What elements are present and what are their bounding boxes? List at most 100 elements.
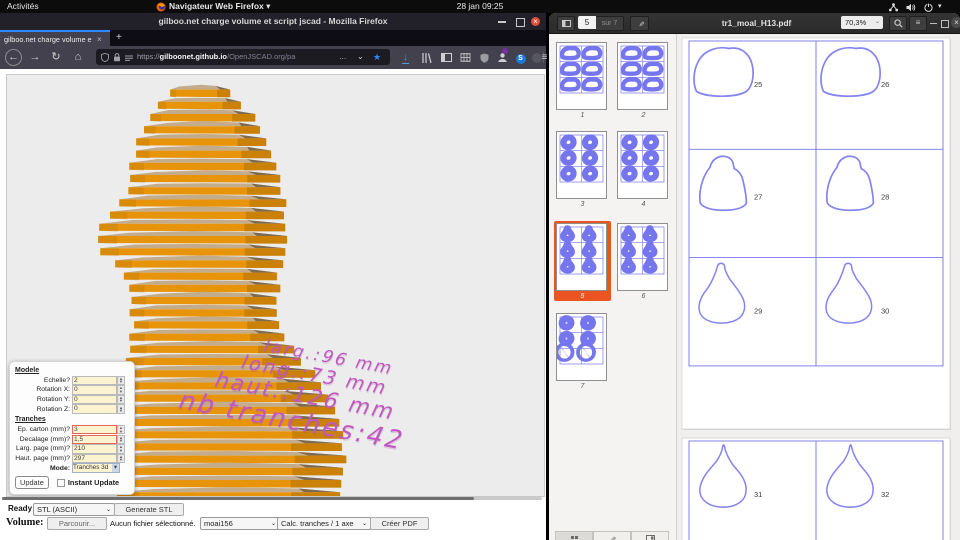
pdf-minimize-icon[interactable] [930, 23, 937, 25]
volume-icon[interactable] [905, 0, 916, 13]
thumbnail-image[interactable] [556, 223, 607, 291]
sidebar-toggle-icon[interactable] [439, 50, 454, 65]
pocket-icon[interactable]: ⌄ [357, 49, 364, 65]
mode-value: Tranches 3d [73, 463, 109, 471]
pdf-page-input[interactable]: 5 [578, 16, 596, 29]
lock-icon[interactable] [113, 53, 121, 62]
param-input[interactable]: 2 [72, 375, 117, 385]
pdf-thumbnail-page-1[interactable]: 1 [554, 40, 611, 120]
firefox-title-bar[interactable]: gilboo.net charge volume et script jscad… [0, 13, 546, 30]
spinner[interactable]: ▴ ▾ [117, 385, 125, 395]
new-tab-icon[interactable]: + [116, 30, 122, 45]
pdf-thumbnail-page-4[interactable]: 4 [615, 129, 672, 209]
home-button[interactable]: ⌂ [70, 49, 86, 65]
reload-button[interactable]: ↻ [48, 49, 64, 65]
thumbnail-image[interactable] [617, 223, 668, 291]
forward-button[interactable]: → [27, 49, 43, 65]
param-label: Larg. page (mm)? [15, 445, 70, 453]
mode-select[interactable]: Tranches 3d ▾ [72, 462, 120, 474]
thumbnail-image[interactable] [556, 42, 607, 110]
update-button[interactable]: Update [15, 476, 49, 490]
pdf-zoom-select[interactable]: 70,3% ⌄ [841, 16, 883, 29]
no-file-text: Aucun fichier sélectionné. [110, 519, 196, 528]
s-extension-icon[interactable]: S [513, 50, 528, 65]
url-path: /OpenJSCAD.org/pa [227, 52, 296, 61]
url-bar[interactable]: https://gilboonet.github.io/OpenJSCAD.or… [96, 49, 390, 65]
horizontal-scrollbar[interactable] [2, 497, 542, 500]
param-input[interactable]: 3 [72, 425, 117, 435]
page-actions-icon[interactable]: … [339, 49, 347, 65]
section-modele: Modele [15, 367, 40, 374]
slices-rows: Ep. carton (mm)? 3 ▴ ▾ Decalage (mm)? 1,5 ▴ ▾ La… [13, 424, 131, 464]
spinner[interactable]: ▴ ▾ [117, 394, 125, 405]
pdf-thumbnail-page-3[interactable]: 3 [554, 129, 611, 209]
pdf-header-bar[interactable]: 5 sur 7 ✎ tr1_moal_H13.pdf 70,3% ⌄ ≡ × [549, 13, 960, 34]
pdf-maximize-icon[interactable] [941, 19, 949, 28]
browse-button[interactable]: Parcourir... [47, 517, 107, 530]
tracking-icon[interactable] [125, 55, 133, 62]
instant-update-checkbox[interactable] [56, 478, 65, 487]
thumbnail-image[interactable] [617, 131, 668, 199]
power-icon[interactable] [923, 0, 934, 13]
spinner[interactable]: ▴ ▾ [117, 424, 125, 435]
maximize-icon[interactable] [516, 17, 525, 27]
pdf-close-icon[interactable]: × [951, 17, 960, 28]
thumbnails-tab[interactable] [555, 531, 593, 540]
param-label: Ep. carton (mm)? [17, 426, 71, 434]
back-button[interactable]: ← [5, 49, 22, 66]
pdf-thumbnail-page-2[interactable]: 2 [615, 40, 672, 120]
library-icon[interactable] [419, 50, 434, 65]
thumbnail-image[interactable] [556, 131, 607, 199]
clock[interactable]: 28 jan 09:25 [0, 0, 960, 13]
create-pdf-button[interactable]: Créer PDF [370, 517, 429, 530]
spinner[interactable]: ▴ ▾ [117, 375, 125, 386]
tab-close-icon[interactable]: × [97, 33, 102, 46]
sidebar-switcher: ✎ [555, 531, 669, 540]
shield-addon-icon[interactable] [477, 50, 492, 65]
pdf-menu-button[interactable]: ≡ [909, 16, 927, 31]
volume-row: Volume: Parcourir... Aucun fichier sélec… [0, 516, 546, 531]
param-input[interactable]: 0 [72, 404, 117, 414]
format-select[interactable]: STL (ASCII) ⌄ [33, 503, 115, 516]
pdf-search-button[interactable] [889, 16, 907, 31]
scrollbar-thumb[interactable] [2, 497, 474, 500]
format-value: STL (ASCII) [37, 504, 78, 514]
pdf-page-view[interactable]: 25 26 27 28 29 30 31 32 [677, 34, 960, 540]
extensions-grid-icon[interactable] [458, 50, 473, 65]
param-input[interactable]: 297 [72, 453, 117, 464]
spinner[interactable]: ▴ ▾ [117, 434, 125, 445]
model-rows: Echelle? 2 ▴ ▾ Rotation X: 0 ▴ ▾ Rotation Y: 0 ▴ ▾ R… [13, 375, 131, 414]
caret-down-icon[interactable]: ▾ [938, 0, 942, 13]
pdf-thumbnail-page-5[interactable]: 5 [554, 221, 611, 301]
param-input[interactable]: 1,5 [72, 434, 117, 444]
outline-tab[interactable] [631, 531, 669, 540]
bookmark-star-icon[interactable]: ★ [373, 49, 381, 65]
thumbnail-image[interactable] [556, 313, 607, 381]
param-input[interactable]: 0 [72, 394, 117, 405]
close-icon[interactable]: × [531, 16, 540, 26]
pdf-annotate-button[interactable]: ✎ [630, 16, 649, 31]
param-input[interactable]: 0 [72, 385, 117, 395]
param-row: Rotation Z: 0 ▴ ▾ [13, 404, 131, 414]
minimize-icon[interactable] [498, 21, 506, 23]
pdf-zoom-value: 70,3% [845, 18, 867, 27]
calc-select-value: Calc. tranches / 1 axe [281, 518, 354, 528]
permissions-shield-icon[interactable] [101, 53, 109, 62]
pdf-sidebar-toggle[interactable] [557, 16, 575, 31]
3d-viewport[interactable]: larg.:96 mm long.:73 mm haut.:126 mm nb … [6, 74, 545, 497]
annotations-tab[interactable]: ✎ [593, 531, 631, 540]
model-select[interactable]: moai156 ⌄ [200, 517, 280, 530]
spinner[interactable]: ▴ ▾ [117, 404, 125, 414]
spinner[interactable]: ▴ ▾ [117, 444, 125, 454]
spinner[interactable]: ▴ ▾ [117, 453, 125, 464]
network-icon[interactable] [888, 0, 899, 13]
calc-select[interactable]: Calc. tranches / 1 axe ⌄ [277, 517, 371, 530]
param-label: Haut. page (mm)? [15, 454, 70, 462]
account-icon[interactable] [495, 48, 510, 65]
param-input[interactable]: 210 [72, 444, 117, 454]
pdf-thumbnail-page-7[interactable]: 7 [554, 311, 611, 391]
pdf-thumbnail-page-6[interactable]: 6 [615, 221, 672, 301]
generate-stl-button[interactable]: Generate STL [114, 503, 184, 516]
downloads-icon[interactable]: ↓ [398, 50, 413, 65]
thumbnail-image[interactable] [617, 42, 668, 110]
